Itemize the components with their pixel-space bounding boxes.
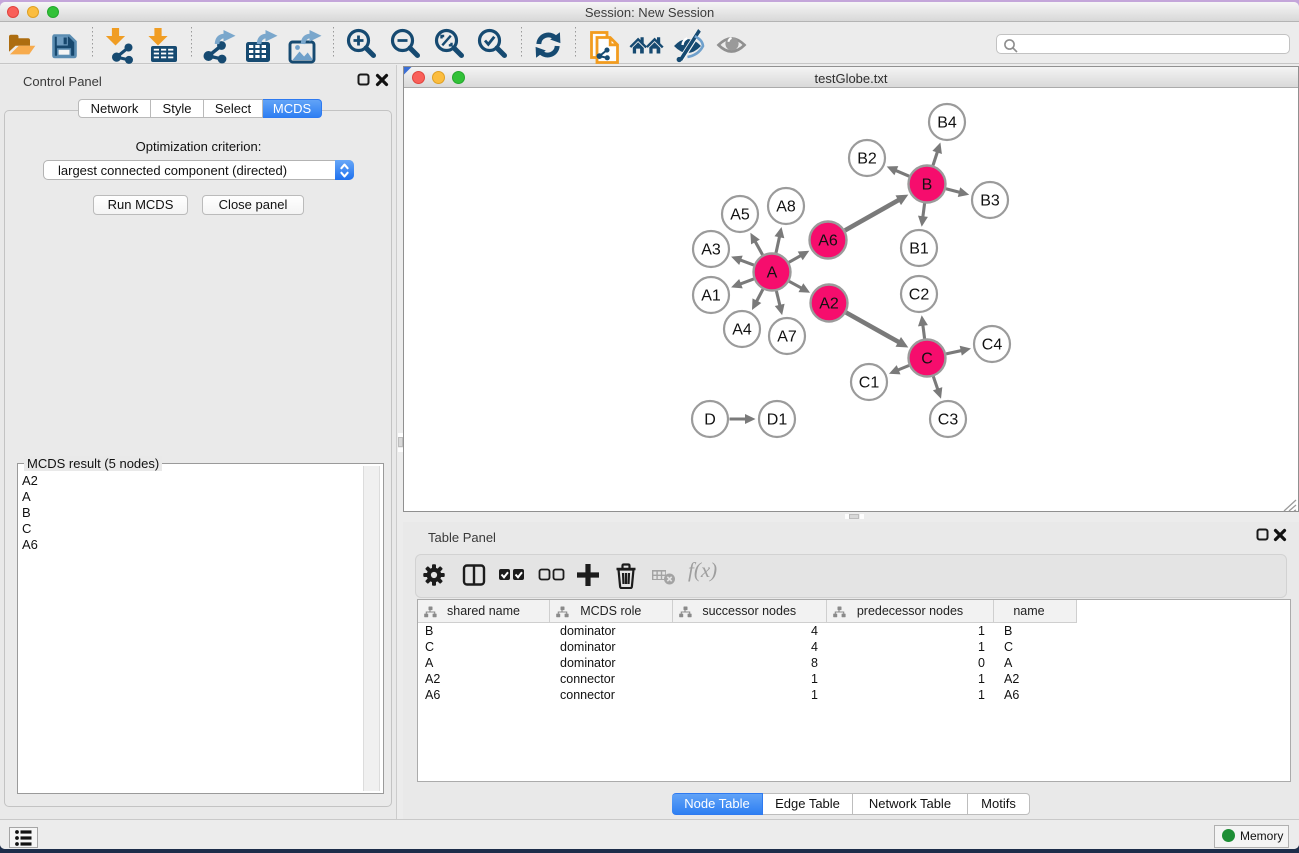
svg-text:A1: A1	[701, 288, 721, 305]
svg-text:C2: C2	[909, 287, 930, 304]
svg-text:A2: A2	[819, 296, 839, 313]
svg-text:B1: B1	[909, 241, 929, 258]
svg-text:D: D	[704, 412, 716, 429]
svg-text:C1: C1	[859, 375, 880, 392]
svg-text:B3: B3	[980, 193, 1000, 210]
svg-text:D1: D1	[767, 412, 788, 429]
svg-text:A5: A5	[730, 207, 750, 224]
svg-text:A8: A8	[776, 199, 796, 216]
svg-text:B2: B2	[857, 151, 877, 168]
svg-text:A6: A6	[818, 233, 838, 250]
svg-text:A: A	[767, 265, 778, 282]
svg-text:C4: C4	[982, 337, 1003, 354]
svg-text:B: B	[922, 177, 933, 194]
svg-text:A7: A7	[777, 329, 797, 346]
svg-text:A4: A4	[732, 322, 752, 339]
svg-text:C3: C3	[938, 412, 959, 429]
svg-text:C: C	[921, 351, 933, 368]
svg-text:B4: B4	[937, 115, 957, 132]
svg-text:A3: A3	[701, 242, 721, 259]
